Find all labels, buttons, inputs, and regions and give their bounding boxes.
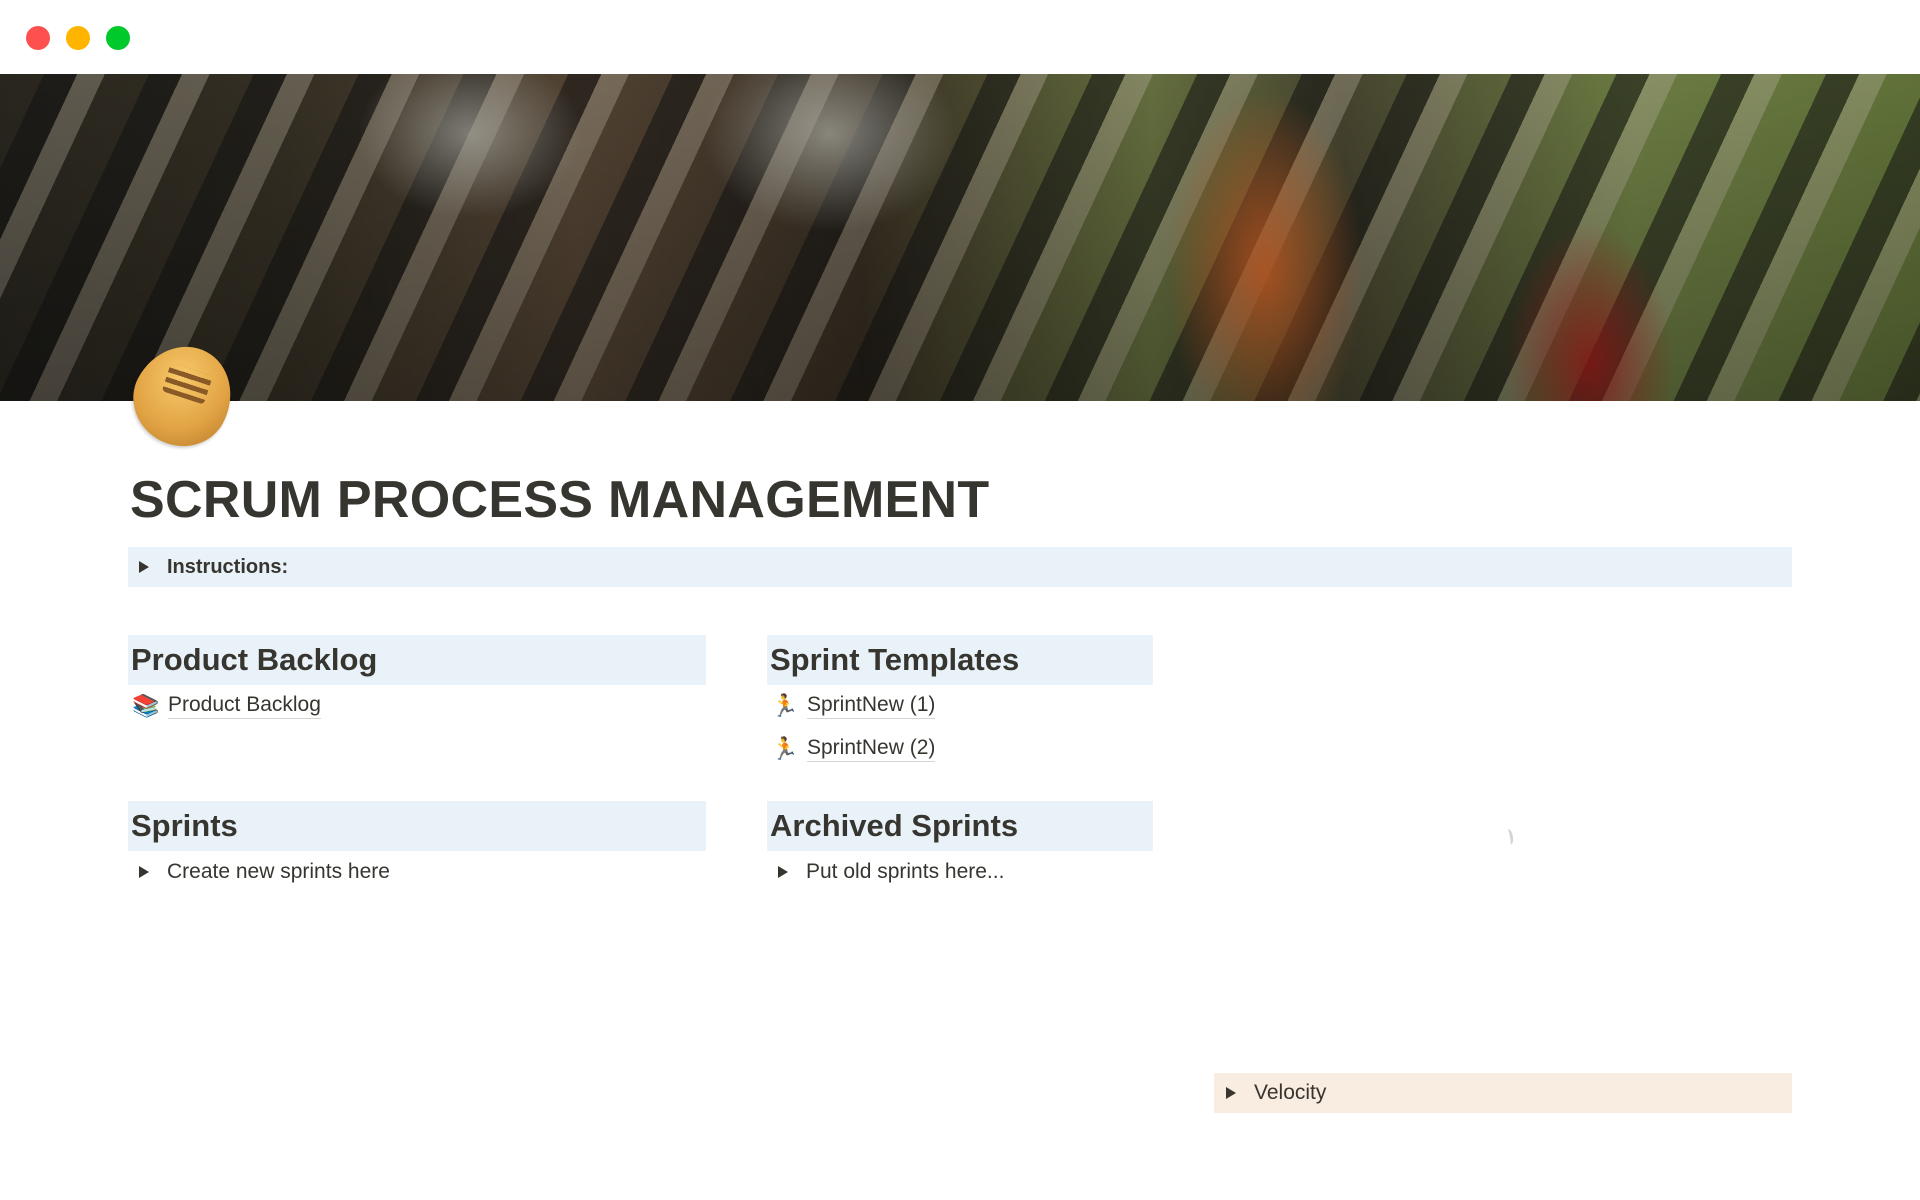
product-backlog-heading: Product Backlog	[128, 635, 706, 685]
close-window-button[interactable]	[26, 26, 50, 50]
velocity-label: Velocity	[1254, 1081, 1327, 1104]
page-title: SCRUM PROCESS MANAGEMENT	[130, 471, 990, 529]
archived-sprints-heading: Archived Sprints	[767, 801, 1153, 851]
heading-text: Sprints	[131, 808, 238, 843]
runner-icon: 🏃	[771, 735, 799, 761]
cover-image	[0, 74, 1920, 401]
sprint-template-link[interactable]: 🏃 SprintNew (2)	[771, 735, 936, 762]
minimize-window-button[interactable]	[66, 26, 90, 50]
link-label[interactable]: SprintNew (2)	[807, 735, 936, 762]
books-icon: 📚	[132, 692, 160, 718]
sprint-template-link[interactable]: 🏃 SprintNew (1)	[771, 692, 936, 719]
runner-icon: 🏃	[771, 692, 799, 718]
toggle-label: Put old sprints here...	[806, 860, 1005, 883]
loading-spinner-icon	[1503, 828, 1515, 846]
heading-text: Sprint Templates	[770, 642, 1020, 677]
heading-text: Archived Sprints	[770, 808, 1019, 843]
archived-sprints-toggle[interactable]: Put old sprints here...	[778, 860, 1004, 884]
link-label[interactable]: SprintNew (1)	[807, 692, 936, 719]
instructions-toggle[interactable]: Instructions:	[128, 547, 1792, 587]
maximize-window-button[interactable]	[106, 26, 130, 50]
toggle-arrow-icon[interactable]	[139, 866, 149, 878]
sprints-heading: Sprints	[128, 801, 706, 851]
toggle-arrow-icon[interactable]	[139, 561, 149, 573]
toggle-arrow-icon[interactable]	[1226, 1087, 1236, 1099]
create-sprints-toggle[interactable]: Create new sprints here	[139, 860, 390, 884]
link-label[interactable]: Product Backlog	[168, 692, 321, 719]
heading-text: Product Backlog	[131, 642, 378, 677]
toggle-label: Create new sprints here	[167, 860, 390, 883]
product-backlog-link[interactable]: 📚 Product Backlog	[132, 692, 321, 719]
velocity-toggle[interactable]: Velocity	[1214, 1073, 1792, 1113]
toggle-arrow-icon[interactable]	[778, 866, 788, 878]
sprint-templates-heading: Sprint Templates	[767, 635, 1153, 685]
instructions-label: Instructions:	[167, 555, 289, 578]
cover-overlay	[0, 74, 1920, 401]
window-titlebar	[0, 0, 1920, 74]
